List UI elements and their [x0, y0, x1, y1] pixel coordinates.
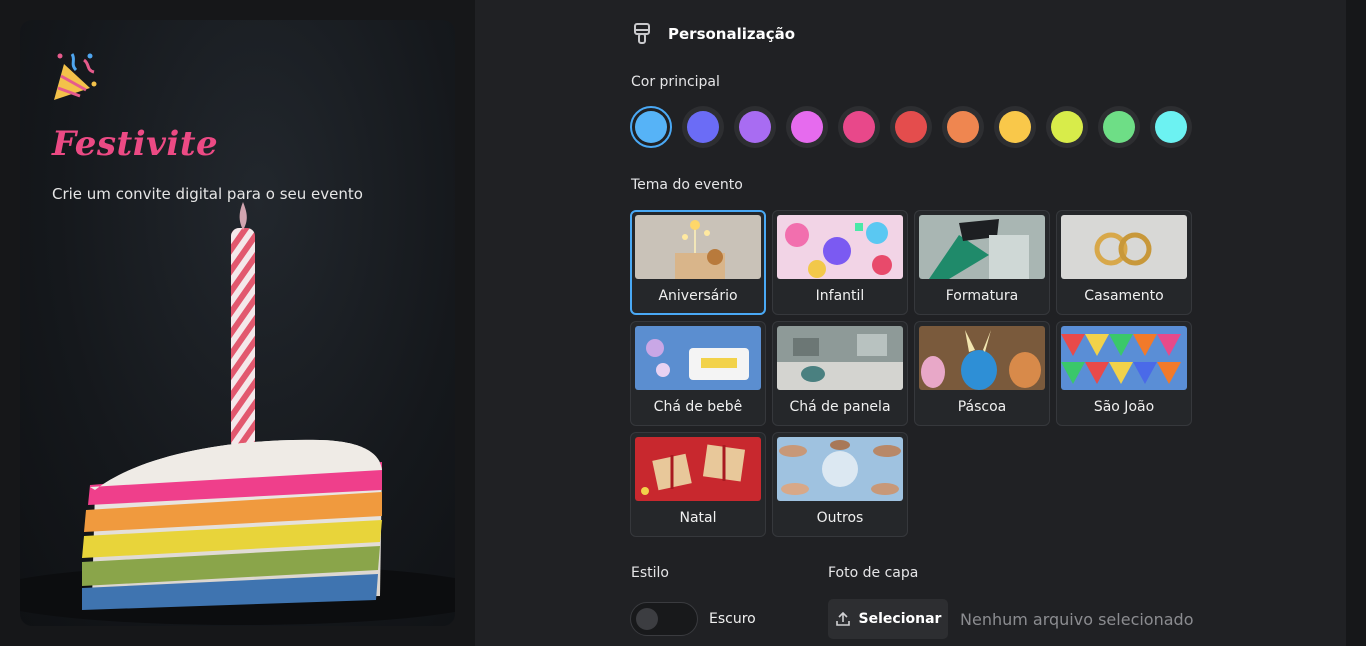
theme-card-formatura[interactable]: Formatura — [914, 210, 1050, 315]
theme-card-cha-de-bebe[interactable]: Chá de bebê — [630, 321, 766, 426]
theme-card-aniversario[interactable]: Aniversário — [630, 210, 766, 315]
theme-thumbnail — [777, 326, 903, 390]
color-swatch-fill — [999, 111, 1031, 143]
theme-label-text: Chá de bebê — [653, 399, 743, 415]
theme-label-text: Infantil — [815, 288, 865, 304]
theme-label-text: Casamento — [1084, 288, 1164, 304]
theme-label-text: Natal — [679, 510, 717, 526]
color-picker — [630, 106, 1192, 148]
dark-style-toggle[interactable] — [630, 602, 698, 636]
color-swatch[interactable] — [994, 106, 1036, 148]
color-swatch[interactable] — [682, 106, 724, 148]
theme-label-text: Chá de panela — [789, 399, 891, 415]
color-swatch-fill — [687, 111, 719, 143]
cover-file-status: Nenhum arquivo selecionado — [960, 610, 1194, 629]
app-subtitle: Crie um convite digital para o seu event… — [52, 185, 363, 203]
section-title: Personalização — [668, 25, 796, 43]
cake-image — [20, 202, 455, 625]
party-popper-icon — [54, 53, 97, 100]
toggle-knob — [636, 608, 658, 630]
theme-label-text: Outros — [816, 510, 864, 526]
color-swatch-fill — [739, 111, 771, 143]
color-swatch[interactable] — [1046, 106, 1088, 148]
theme-label: Tema do evento — [631, 177, 743, 193]
theme-thumbnail — [1061, 215, 1187, 279]
theme-card-infantil[interactable]: Infantil — [772, 210, 908, 315]
color-swatch[interactable] — [734, 106, 776, 148]
select-cover-label: Selecionar — [858, 611, 942, 627]
theme-label-text: Aniversário — [658, 288, 738, 304]
theme-thumbnail — [777, 215, 903, 279]
color-swatch-fill — [843, 111, 875, 143]
upload-icon — [835, 611, 850, 626]
theme-label-text: Páscoa — [957, 399, 1007, 415]
color-swatch[interactable] — [838, 106, 880, 148]
main-color-label: Cor principal — [631, 74, 720, 90]
theme-grid: Aniversário Infantil Formatura Casamento Chá… — [630, 210, 1192, 537]
color-swatch[interactable] — [942, 106, 984, 148]
theme-thumbnail — [1061, 326, 1187, 390]
theme-card-sao-joao[interactable]: São João — [1056, 321, 1192, 426]
select-cover-button[interactable]: Selecionar — [828, 599, 948, 639]
color-swatch[interactable] — [1150, 106, 1192, 148]
color-swatch-fill — [1051, 111, 1083, 143]
hero-card: Festivite Crie um convite digital para o… — [20, 20, 455, 626]
style-value: Escuro — [709, 611, 756, 627]
theme-thumbnail — [777, 437, 903, 501]
color-swatch-fill — [1103, 111, 1135, 143]
theme-card-cha-de-panela[interactable]: Chá de panela — [772, 321, 908, 426]
paintbrush-icon — [634, 23, 650, 44]
app-title: Festivite — [52, 124, 219, 164]
color-swatch[interactable] — [786, 106, 828, 148]
color-swatch-fill — [791, 111, 823, 143]
style-label: Estilo — [631, 565, 669, 581]
color-swatch-fill — [635, 111, 667, 143]
section-header: Personalização — [632, 22, 795, 46]
color-swatch-fill — [895, 111, 927, 143]
color-swatch-fill — [947, 111, 979, 143]
theme-thumbnail — [635, 326, 761, 390]
theme-card-natal[interactable]: Natal — [630, 432, 766, 537]
theme-thumbnail — [919, 326, 1045, 390]
cover-photo-label: Foto de capa — [828, 565, 919, 581]
theme-thumbnail — [635, 215, 761, 279]
theme-card-outros[interactable]: Outros — [772, 432, 908, 537]
theme-thumbnail — [919, 215, 1045, 279]
theme-card-pascoa[interactable]: Páscoa — [914, 321, 1050, 426]
theme-card-casamento[interactable]: Casamento — [1056, 210, 1192, 315]
right-gutter — [1346, 0, 1366, 646]
theme-thumbnail — [635, 437, 761, 501]
color-swatch-fill — [1155, 111, 1187, 143]
color-swatch[interactable] — [1098, 106, 1140, 148]
color-swatch[interactable] — [890, 106, 932, 148]
theme-label-text: Formatura — [945, 288, 1019, 304]
color-swatch[interactable] — [630, 106, 672, 148]
hero-pane: Festivite Crie um convite digital para o… — [0, 0, 475, 646]
theme-label-text: São João — [1093, 399, 1155, 415]
